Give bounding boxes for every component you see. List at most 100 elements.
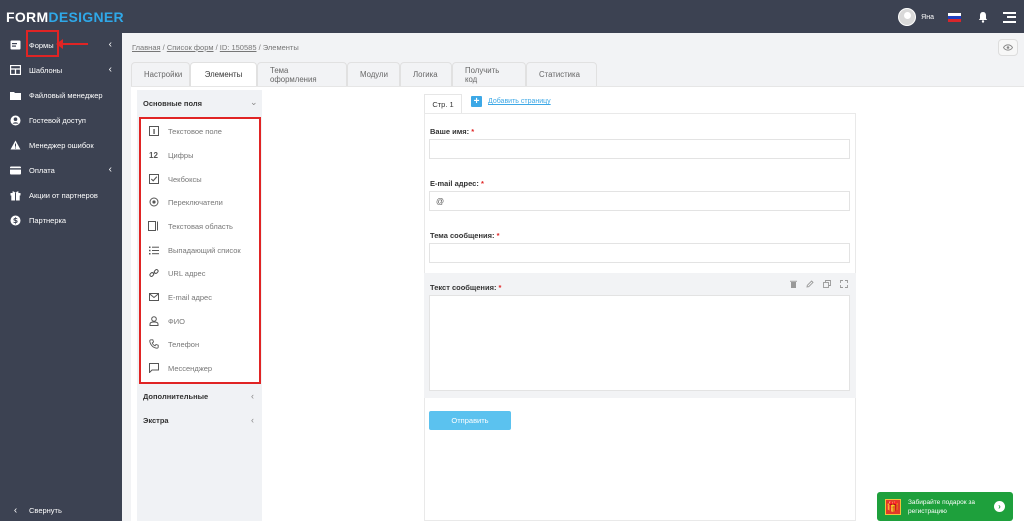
add-page-button[interactable]: + Добавить страницу (471, 96, 551, 107)
field-label-email[interactable]: E-mail адрес: * (430, 179, 484, 188)
submit-button[interactable]: Отправить (429, 411, 511, 430)
message-textarea[interactable] (429, 295, 850, 391)
palette-item-label: Выпадающий список (168, 245, 241, 255)
palette-item-full-name[interactable]: ФИО (148, 314, 185, 328)
tab-settings[interactable]: Настройки (131, 62, 190, 86)
registration-gift-banner[interactable]: 🎁 Забирайте подарок за регистрацию › (877, 492, 1013, 521)
user-toolbar: Яна (898, 7, 1016, 27)
sidebar-item-label: Акции от партнеров (29, 190, 98, 200)
tab-get-code[interactable]: Получить код (452, 62, 526, 86)
tab-page-1[interactable]: Стр. 1 (424, 94, 462, 113)
field-label-message[interactable]: Текст сообщения: * (430, 283, 501, 292)
required-marker: * (496, 231, 500, 240)
section-main-fields[interactable]: Основные поля (143, 99, 202, 108)
required-marker: * (498, 283, 502, 292)
palette-item-radio[interactable]: Переключатели (148, 195, 223, 209)
palette-item-label: Чекбоксы (168, 174, 202, 184)
field-label-text: Текст сообщения: (430, 283, 497, 292)
palette-item-numbers[interactable]: 12 Цифры (148, 148, 193, 162)
collapse-sidebar-button[interactable]: ‹ Свернуть (0, 499, 122, 521)
phone-icon (148, 339, 159, 350)
warning-icon (10, 140, 21, 151)
name-input[interactable] (429, 139, 850, 159)
section-additional[interactable]: Дополнительные (143, 392, 208, 401)
sidebar-item-file-manager[interactable]: Файловый менеджер (0, 85, 122, 105)
sidebar-item-templates[interactable]: Шаблоны ‹ (0, 60, 122, 80)
hamburger-menu-icon[interactable] (1003, 11, 1016, 23)
palette-item-label: Текстовая область (168, 221, 233, 231)
sidebar-item-label: Шаблоны (29, 65, 63, 75)
text-field-icon: I (148, 126, 159, 137)
breadcrumb-forms-link[interactable]: Список форм (167, 43, 214, 52)
tab-elements[interactable]: Элементы (190, 62, 257, 86)
forms-highlight-box (26, 30, 59, 57)
breadcrumb-id-link[interactable]: ID: 150585 (220, 43, 257, 52)
username[interactable]: Яна (921, 14, 934, 21)
avatar[interactable] (898, 8, 917, 26)
annotation-arrow-head (56, 39, 63, 49)
sidebar-item-guest-access[interactable]: Гостевой доступ (0, 110, 122, 130)
chevron-left-icon[interactable]: ‹ (251, 391, 254, 401)
subject-input[interactable] (429, 243, 850, 263)
tab-bar: Настройки Элементы Тема оформления Модул… (131, 62, 597, 86)
palette-item-dropdown[interactable]: Выпадающий список (148, 243, 241, 257)
logo-part-designer: DESIGNER (48, 9, 124, 25)
add-page-label: Добавить страницу (488, 98, 551, 105)
chevron-left-icon: ‹ (108, 39, 112, 50)
gift-icon (10, 190, 21, 201)
arrow-right-icon[interactable]: › (994, 501, 1005, 512)
palette-item-label: Текстовое поле (168, 126, 222, 136)
field-label-subject[interactable]: Тема сообщения: * (430, 231, 499, 240)
wallet-icon (10, 165, 21, 176)
tab-theme[interactable]: Тема оформления (257, 62, 347, 86)
palette-item-text-field[interactable]: I Текстовое поле (148, 124, 222, 138)
top-bar: FORMDESIGNER Яна (0, 0, 1024, 33)
delete-icon[interactable] (786, 278, 800, 289)
expand-icon[interactable] (837, 278, 851, 289)
sidebar-item-partner-promos[interactable]: Акции от партнеров (0, 185, 122, 205)
plus-icon: + (471, 96, 482, 107)
sidebar-item-label: Файловый менеджер (29, 90, 103, 100)
chevron-left-icon: ‹ (108, 64, 112, 75)
folder-icon (10, 90, 21, 101)
palette-item-label: E-mail адрес (168, 292, 212, 302)
sidebar-item-payment[interactable]: Оплата ‹ (0, 160, 122, 180)
logo[interactable]: FORMDESIGNER (6, 9, 124, 25)
svg-text:I: I (152, 128, 155, 136)
numbers-icon: 12 (149, 150, 158, 160)
eye-icon (1003, 44, 1013, 51)
chevron-left-icon: ‹ (13, 504, 18, 516)
palette-item-url[interactable]: URL адрес (148, 266, 205, 280)
required-marker: * (471, 127, 475, 136)
palette-item-checkboxes[interactable]: Чекбоксы (148, 172, 202, 186)
chevron-left-icon[interactable]: ‹ (251, 415, 254, 425)
palette-item-label: Цифры (168, 150, 194, 160)
palette-item-email[interactable]: E-mail адрес (148, 290, 212, 304)
email-input[interactable]: @ (429, 191, 850, 211)
field-label-name[interactable]: Ваше имя: * (430, 127, 474, 136)
link-icon (148, 268, 159, 279)
copy-icon[interactable] (820, 278, 834, 289)
bell-icon[interactable] (977, 11, 989, 23)
tab-modules[interactable]: Модули (347, 62, 400, 86)
palette-item-phone[interactable]: Телефон (148, 337, 199, 351)
chevron-down-icon[interactable]: ⌄ (250, 97, 258, 108)
tab-statistics[interactable]: Статистика (526, 62, 597, 86)
palette-item-textarea[interactable]: Текстовая область (148, 219, 233, 233)
edit-icon[interactable] (803, 278, 817, 289)
radio-icon (148, 197, 159, 208)
palette-item-label: ФИО (168, 316, 185, 326)
breadcrumb-home-link[interactable]: Главная (132, 43, 161, 52)
field-label-text: Тема сообщения: (430, 231, 495, 240)
preview-button[interactable] (998, 39, 1018, 56)
tab-logic[interactable]: Логика (400, 62, 452, 86)
sidebar-item-affiliate[interactable]: $ Партнерка (0, 210, 122, 230)
forms-icon (10, 40, 21, 51)
sidebar-item-error-manager[interactable]: Менеджер ошибок (0, 135, 122, 155)
templates-icon (10, 65, 21, 76)
section-extra[interactable]: Экстра (143, 416, 169, 425)
gift-icon: 🎁 (885, 499, 901, 515)
palette-item-messenger[interactable]: Мессенджер (148, 361, 212, 375)
chevron-left-icon: ‹ (108, 164, 112, 175)
language-flag-icon[interactable] (948, 12, 961, 22)
